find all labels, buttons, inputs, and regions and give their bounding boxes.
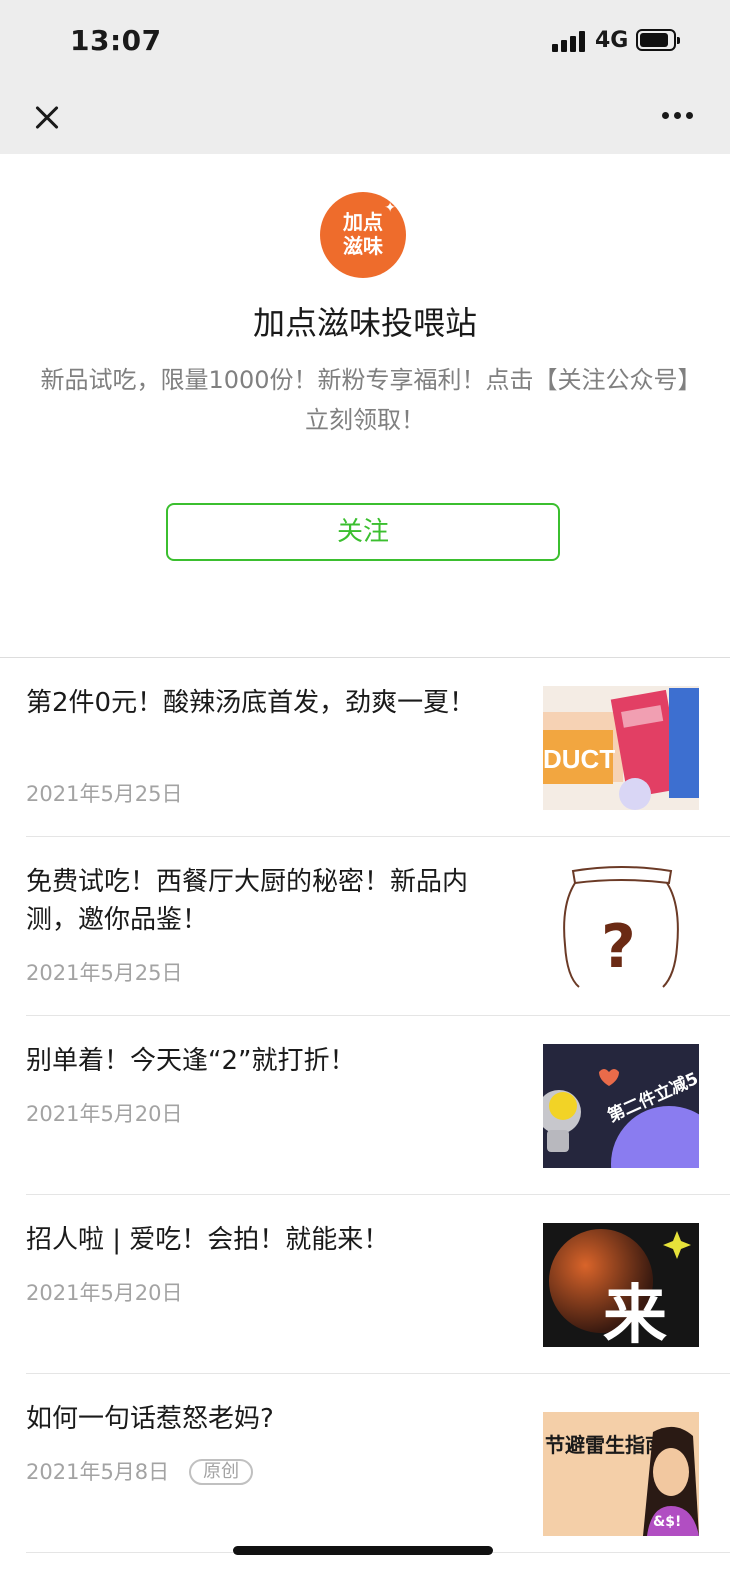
original-badge: 原创: [189, 1459, 254, 1485]
thumbnail-text: 来: [603, 1279, 667, 1347]
article-date: 2021年5月25日: [26, 961, 183, 985]
account-logo: 加点滋味 ✦: [320, 192, 406, 278]
article-item[interactable]: 别单着！今天逢“2”就打折！ 2021年5月20日 第二件立减5: [0, 1016, 730, 1195]
status-bar: 13:07 4G: [0, 0, 730, 84]
woman-emoji-icon: 节避雷生指南 &$!: [543, 1412, 699, 1536]
article-date: 2021年5月20日: [26, 1102, 183, 1126]
sparkle-icon: ✦: [384, 200, 396, 216]
article-item[interactable]: 第2件0元！酸辣汤底首发，劲爽一夏！ 2021年5月25日 DUCT: [0, 658, 730, 837]
article-date: 2021年5月20日: [26, 1281, 183, 1305]
article-item[interactable]: 招人啦 | 爱吃！会拍！就能来！ 2021年5月20日 来: [0, 1195, 730, 1374]
battery-icon: [636, 29, 680, 51]
account-description: 新品试吃，限量1000份！新粉专享福利！点击【关注公众号】立刻领取！: [40, 366, 690, 434]
article-thumbnail[interactable]: DUCT: [543, 686, 699, 810]
product-photo-icon: DUCT: [543, 686, 699, 810]
thumbnail-text: ?: [601, 912, 636, 982]
article-title[interactable]: 如何一句话惹怒老妈?: [26, 1400, 506, 1438]
article-thumbnail[interactable]: ?: [543, 865, 699, 989]
home-indicator[interactable]: [233, 1546, 493, 1555]
article-date-text: 2021年5月8日: [26, 1460, 170, 1484]
network-type: 4G: [595, 28, 629, 53]
article-title[interactable]: 别单着！今天逢“2”就打折！: [26, 1042, 506, 1080]
signal-icon: [552, 30, 588, 52]
thumbnail-text: 节避雷生指南: [545, 1433, 665, 1457]
article-date: 2021年5月25日: [26, 782, 183, 806]
mystery-jar-icon: ?: [543, 865, 699, 989]
article-item[interactable]: 如何一句话惹怒老妈? 2021年5月8日 原创 节避雷生指南 &$!: [0, 1374, 730, 1553]
follow-button[interactable]: 关注: [166, 503, 560, 561]
article-thumbnail[interactable]: 第二件立减5: [543, 1044, 699, 1168]
status-time: 13:07: [70, 24, 162, 57]
astronaut-icon: 第二件立减5: [543, 1044, 699, 1168]
thumbnail-text: DUCT: [543, 744, 615, 774]
article-thumbnail[interactable]: 来: [543, 1223, 699, 1347]
article-title[interactable]: 招人啦 | 爱吃！会拍！就能来！: [26, 1221, 506, 1259]
close-icon[interactable]: [30, 100, 66, 136]
article-title[interactable]: 免费试吃！西餐厅大厨的秘密！新品内测，邀你品鉴！: [26, 863, 506, 939]
thumbnail-text-2: &$!: [653, 1514, 681, 1530]
article-date: 2021年5月8日 原创: [26, 1456, 254, 1486]
planet-icon: 来: [543, 1223, 699, 1347]
article-title[interactable]: 第2件0元！酸辣汤底首发，劲爽一夏！: [26, 684, 506, 722]
account-name: 加点滋味投喂站: [252, 304, 477, 342]
article-thumbnail[interactable]: 节避雷生指南 &$!: [543, 1412, 699, 1536]
account-profile: 加点滋味 ✦ 加点滋味投喂站 新品试吃，限量1000份！新粉专享福利！点击【关注…: [0, 154, 730, 658]
more-icon[interactable]: [658, 112, 698, 122]
navigation-bar: [0, 84, 730, 154]
logo-text: 加点滋味: [343, 210, 383, 258]
article-item[interactable]: 免费试吃！西餐厅大厨的秘密！新品内测，邀你品鉴！ 2021年5月25日 ?: [0, 837, 730, 1016]
